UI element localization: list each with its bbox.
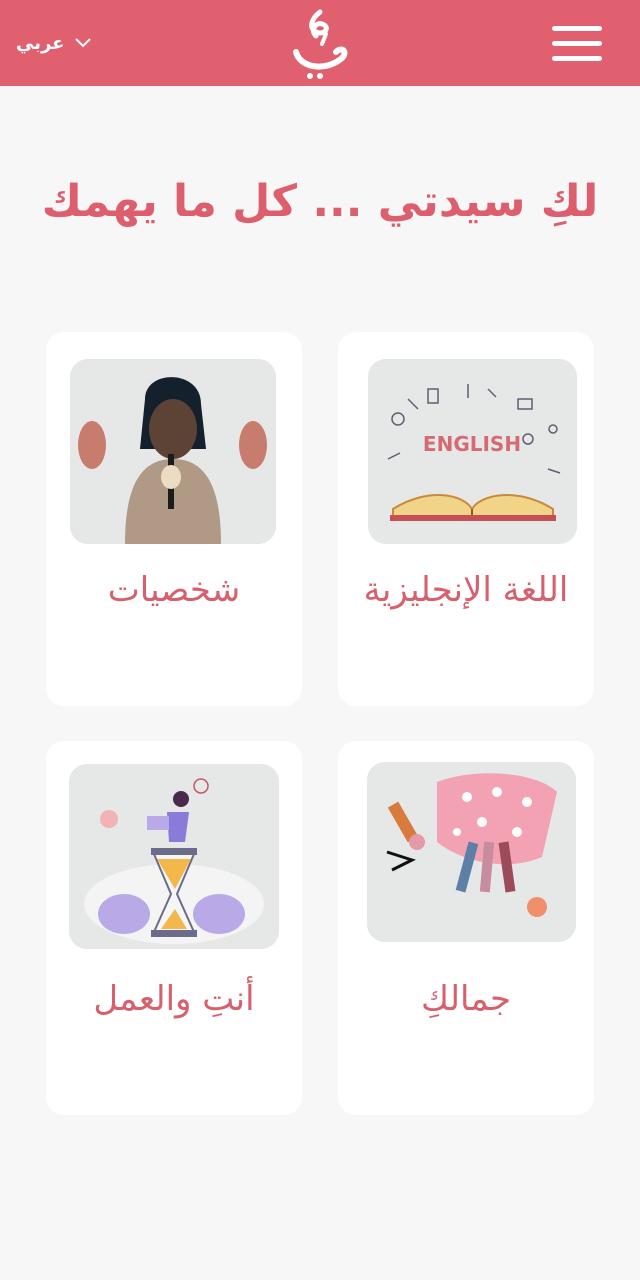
- menu-line: [552, 41, 602, 46]
- woman-with-masks-icon: [70, 359, 276, 544]
- top-bar: عربي: [0, 0, 640, 86]
- card-personalities-title: شخصيات: [107, 570, 241, 610]
- language-selector[interactable]: عربي: [16, 28, 92, 58]
- card-beauty-title: جمالكِ: [420, 979, 512, 1019]
- card-work-title: أنتِ والعمل: [93, 979, 255, 1019]
- card-beauty[interactable]: جمالكِ: [338, 741, 594, 1115]
- card-personalities[interactable]: شخصيات: [46, 332, 302, 706]
- chevron-down-icon: [75, 38, 92, 48]
- english-book-icon: ENGLISH: [368, 359, 577, 544]
- menu-line: [552, 26, 602, 31]
- hamburger-menu-button[interactable]: [550, 24, 604, 64]
- card-english[interactable]: ENGLISH اللغة الإنجليزية: [338, 332, 594, 706]
- card-work[interactable]: أنتِ والعمل: [46, 741, 302, 1115]
- makeup-cosmetics-icon: [367, 762, 576, 942]
- page-headline: لكِ سيدتي ... كل ما يهمك: [41, 176, 599, 227]
- english-image-text: ENGLISH: [423, 432, 521, 456]
- calligraphy-logo-icon[interactable]: [286, 6, 354, 80]
- menu-line: [552, 56, 602, 61]
- hourglass-work-icon: [69, 764, 279, 949]
- language-label: عربي: [16, 32, 65, 54]
- card-english-title: اللغة الإنجليزية: [363, 570, 569, 610]
